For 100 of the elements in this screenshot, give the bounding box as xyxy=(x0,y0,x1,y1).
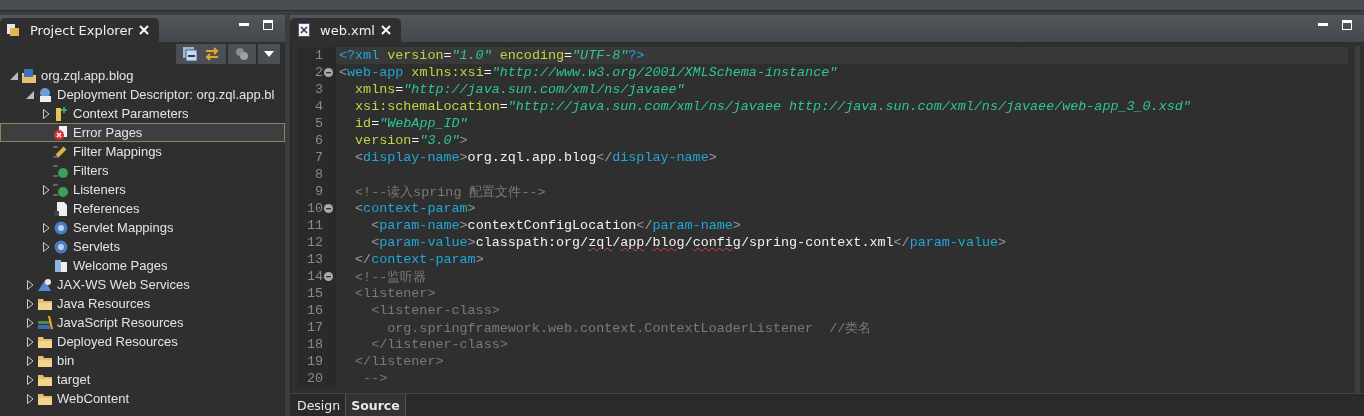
collapsed-arrow-icon[interactable] xyxy=(26,279,34,290)
code-line: <param-value>classpath:org/zql/app/blog/config/spring-context.xml</param-value> xyxy=(370,235,1007,250)
code-line: </listener> xyxy=(354,354,444,369)
class-icon xyxy=(53,181,69,198)
collapsed-arrow-icon[interactable] xyxy=(42,222,50,233)
error-icon xyxy=(53,124,69,141)
tree-item[interactable]: References xyxy=(0,199,285,218)
project-icon xyxy=(21,67,37,84)
close-icon[interactable] xyxy=(138,25,149,35)
code-line: <listener> xyxy=(354,286,436,301)
collapsed-arrow-icon[interactable] xyxy=(42,108,50,119)
code-line: <display-name>org.zql.app.blog</display-name> xyxy=(354,150,717,165)
collapsed-arrow-icon[interactable] xyxy=(42,241,50,252)
line-number: 20 xyxy=(306,371,323,386)
tree-item[interactable]: WebContent xyxy=(0,389,285,408)
tree-item[interactable]: Filters xyxy=(0,161,285,180)
maximize-icon[interactable] xyxy=(263,20,273,30)
code-line: <?xml version="1.0" encoding="UTF-8"?> xyxy=(339,48,645,63)
line-number: 14 xyxy=(306,269,323,284)
line-number: 5 xyxy=(314,116,323,131)
code-line: <context-param> xyxy=(354,201,476,216)
code-line: <!--监听器 xyxy=(354,268,427,286)
collapsed-arrow-icon[interactable] xyxy=(26,317,34,328)
collapsed-arrow-icon[interactable] xyxy=(26,393,34,404)
link-arrows-icon[interactable] xyxy=(204,46,220,62)
line-number: 2 xyxy=(314,65,323,80)
code-line: version="3.0"> xyxy=(354,133,468,148)
fold-icon[interactable] xyxy=(324,204,333,213)
line-number: 13 xyxy=(306,252,323,267)
collapsed-arrow-icon[interactable] xyxy=(26,374,34,385)
tree-item[interactable]: Servlets xyxy=(0,237,285,256)
books-icon xyxy=(37,314,53,331)
line-number: 4 xyxy=(314,99,323,114)
close-icon[interactable] xyxy=(381,25,391,35)
tree-item[interactable]: Welcome Pages xyxy=(0,256,285,275)
code-line: xmlns="http://java.sun.com/xml/ns/javaee" xyxy=(354,82,685,97)
coins-icon[interactable] xyxy=(234,46,250,62)
tree-item[interactable]: Deployed Resources xyxy=(0,332,285,351)
fold-icon[interactable] xyxy=(324,68,333,77)
service-icon xyxy=(37,276,53,293)
explorer-tab[interactable]: Project Explorer xyxy=(0,18,159,42)
servlet-icon xyxy=(53,219,69,236)
collapsed-arrow-icon[interactable] xyxy=(26,336,34,347)
code-line: <param-name>contextConfigLocation</param-name> xyxy=(370,218,741,233)
expanded-arrow-icon[interactable] xyxy=(10,71,18,80)
collapsed-arrow-icon[interactable] xyxy=(26,355,34,366)
code-line: xsi:schemaLocation="http://java.sun.com/xml/ns/javaee http://java.sun.com/xml/ns/javaee/web-app_3_0.xsd" xyxy=(354,99,1191,114)
expanded-arrow-icon[interactable] xyxy=(26,90,34,99)
line-number: 1 xyxy=(314,48,323,63)
code-line: id="WebApp_ID" xyxy=(354,116,468,131)
code-line: <web-app xmlns:xsi="http://www.w3.org/2001/XMLSchema-instance" xyxy=(339,65,838,80)
collapse-all-icon[interactable] xyxy=(182,46,198,62)
line-number: 12 xyxy=(306,235,323,250)
tree-item[interactable]: bin xyxy=(0,351,285,370)
editor-tab[interactable]: web.xml xyxy=(290,18,401,42)
line-number: 6 xyxy=(314,133,323,148)
chain-icon xyxy=(53,143,69,160)
tree-item[interactable]: Servlet Mappings xyxy=(0,218,285,237)
line-number: 9 xyxy=(314,184,323,199)
code-line: </listener-class> xyxy=(370,337,508,352)
tree-item[interactable]: Listeners xyxy=(0,180,285,199)
tree-item[interactable]: JavaScript Resources xyxy=(0,313,285,332)
tree-item[interactable]: target xyxy=(0,370,285,389)
line-number: 15 xyxy=(306,286,323,301)
pages-icon xyxy=(53,257,69,274)
code-line: --> xyxy=(362,371,388,386)
class-icon xyxy=(53,162,69,179)
line-number: 16 xyxy=(306,303,323,318)
code-line: org.springframework.web.context.ContextLoaderListener //类名 xyxy=(386,319,872,337)
tree-item[interactable]: Java Resources xyxy=(0,294,285,313)
code-line: </context-param> xyxy=(354,252,484,267)
dropdown-icon[interactable] xyxy=(264,51,274,57)
collapsed-arrow-icon[interactable] xyxy=(26,298,34,309)
xml-file-icon xyxy=(298,23,310,37)
line-number: 18 xyxy=(306,337,323,352)
line-number: 17 xyxy=(306,320,323,335)
globe-icon xyxy=(37,86,53,103)
line-number: 7 xyxy=(314,150,323,165)
tree-item[interactable]: Context Parameters xyxy=(0,104,285,123)
tree-item[interactable]: Deployment Descriptor: org.zql.app.bl xyxy=(0,85,285,104)
fold-icon[interactable] xyxy=(324,272,333,281)
files-icon xyxy=(6,23,20,37)
code-line: <listener-class> xyxy=(370,303,500,318)
tree-item[interactable]: Error Pages xyxy=(0,123,285,142)
minimize-icon[interactable] xyxy=(239,23,249,27)
line-number: 3 xyxy=(314,82,323,97)
tree-item[interactable]: org.zql.app.blog xyxy=(0,66,285,85)
view-tab[interactable]: Source xyxy=(345,394,406,416)
code-line: <!--读入spring 配置文件--> xyxy=(354,183,546,201)
minimize-icon[interactable] xyxy=(1318,23,1328,27)
maximize-icon[interactable] xyxy=(1342,20,1352,30)
line-number: 11 xyxy=(306,218,323,233)
servlet-icon xyxy=(53,238,69,255)
line-number: 10 xyxy=(306,201,323,216)
line-number: 8 xyxy=(314,167,323,182)
tree-item[interactable]: Filter Mappings xyxy=(0,142,285,161)
document-icon xyxy=(53,200,69,217)
line-number: 19 xyxy=(306,354,323,369)
collapsed-arrow-icon[interactable] xyxy=(42,184,50,195)
tree-item[interactable]: JAX-WS Web Services xyxy=(0,275,285,294)
